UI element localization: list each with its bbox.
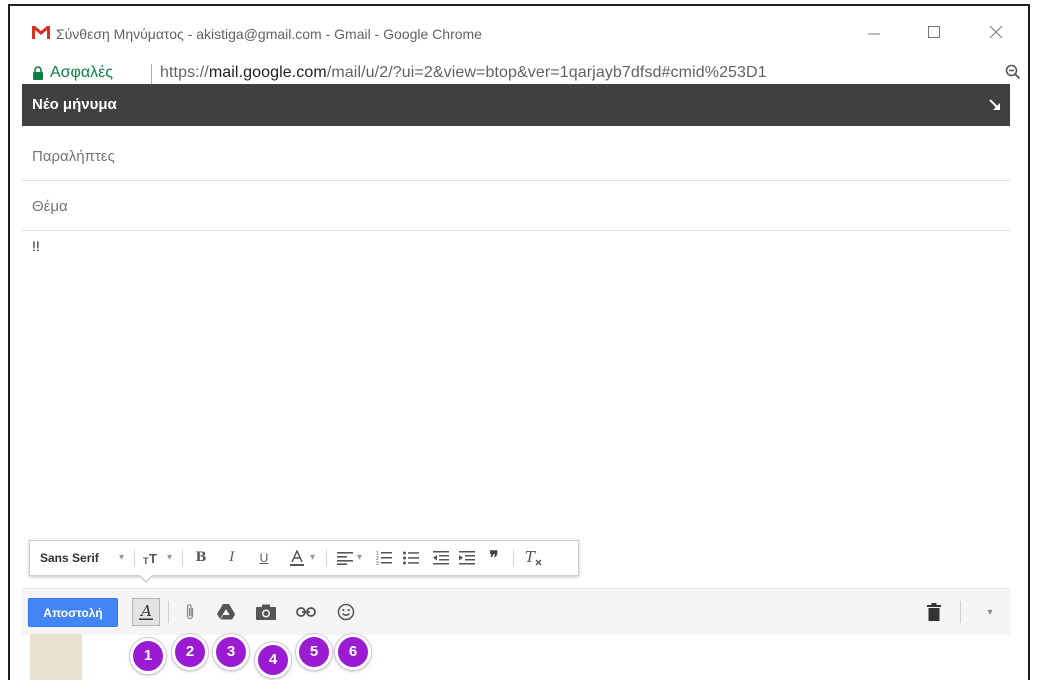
maximize-button[interactable] xyxy=(920,20,948,46)
url-text[interactable]: https://mail.google.com/mail/u/2/?ui=2&v… xyxy=(160,64,767,82)
numbered-list-icon: 1 2 3 xyxy=(376,551,392,567)
insert-link-button[interactable] xyxy=(292,598,320,626)
lock-icon xyxy=(33,66,43,80)
toolbar-divider xyxy=(513,549,514,567)
zoom-icon[interactable] xyxy=(1005,64,1021,80)
toolbar-divider xyxy=(326,549,327,567)
more-options-button[interactable]: ▾ xyxy=(976,598,1004,626)
numbered-list-button[interactable]: 1 2 3 xyxy=(375,541,393,575)
svg-text:T: T xyxy=(525,549,536,566)
emoji-icon xyxy=(337,603,355,621)
action-divider xyxy=(960,601,961,623)
text-color-icon xyxy=(290,549,304,566)
svg-text:T: T xyxy=(149,551,157,565)
marker-6: 6 xyxy=(335,634,371,670)
text-size-icon: T T xyxy=(143,551,157,566)
remove-formatting-icon: T xyxy=(525,548,542,566)
trash-icon xyxy=(927,603,941,621)
close-icon xyxy=(989,25,1003,39)
toolbar-divider xyxy=(134,549,135,567)
bulleted-list-button[interactable] xyxy=(402,541,420,575)
action-divider xyxy=(168,601,169,623)
url-path: /mail/u/2/?ui=2&view=btop&ver=1qarjayb7d… xyxy=(326,64,767,81)
toolbar-divider xyxy=(182,549,183,567)
recipients-placeholder: Παραλήπτες xyxy=(32,148,115,165)
background-strip xyxy=(30,634,82,680)
recipients-field[interactable]: Παραλήπτες xyxy=(22,132,1010,181)
align-caret-icon[interactable]: ▾ xyxy=(357,541,362,575)
google-drive-icon xyxy=(217,604,235,620)
marker-3: 3 xyxy=(213,634,249,670)
formatting-toolbar: Sans Serif ▾ T T ▾ B I U ▾ ▾ 1 2 3 ❞ T xyxy=(29,540,579,576)
quote-button[interactable]: ❞ xyxy=(485,541,503,575)
align-button[interactable] xyxy=(336,541,354,575)
compose-header: Νέο μήνυμα xyxy=(22,84,1010,126)
insert-photo-button[interactable] xyxy=(252,598,280,626)
svg-text:3: 3 xyxy=(376,561,379,566)
send-button[interactable]: Αποστολή xyxy=(28,598,118,627)
compose-title: Νέο μήνυμα xyxy=(32,96,117,113)
pop-in-icon[interactable] xyxy=(988,98,1002,112)
camera-icon xyxy=(256,604,276,620)
title-bar: Σύνθεση Μηνύματος - akistiga@gmail.com -… xyxy=(10,6,1028,56)
bulleted-list-icon xyxy=(403,551,419,565)
svg-text:A: A xyxy=(139,603,152,620)
toolbar-pointer-inner xyxy=(139,574,153,581)
indent-less-button[interactable] xyxy=(432,541,450,575)
paperclip-icon xyxy=(186,604,194,620)
font-size-button[interactable]: T T xyxy=(142,541,164,575)
secure-label: Ασφαλές xyxy=(50,64,114,81)
marker-2: 2 xyxy=(172,634,208,670)
marker-1: 1 xyxy=(130,638,166,674)
minimize-icon xyxy=(868,33,880,35)
minimize-button[interactable] xyxy=(860,20,888,46)
compose-action-bar: Αποστολή A ▾ xyxy=(22,588,1010,635)
url-host: mail.google.com xyxy=(208,64,327,81)
discard-draft-button[interactable] xyxy=(920,598,948,626)
italic-button[interactable]: I xyxy=(225,541,239,575)
subject-field[interactable]: Θέμα xyxy=(22,182,1010,231)
text-color-button[interactable] xyxy=(288,541,306,575)
indent-more-button[interactable] xyxy=(458,541,476,575)
message-body[interactable]: !! xyxy=(32,238,40,254)
remove-formatting-button[interactable]: T xyxy=(523,541,545,575)
formatting-options-button[interactable]: A xyxy=(132,598,160,626)
font-select[interactable]: Sans Serif xyxy=(40,541,99,575)
indent-less-icon xyxy=(433,551,449,565)
formatting-options-icon: A xyxy=(139,603,153,620)
maximize-icon xyxy=(928,26,940,38)
attach-files-button[interactable] xyxy=(176,598,204,626)
gmail-icon xyxy=(32,26,50,39)
font-caret-icon[interactable]: ▾ xyxy=(119,541,124,575)
size-caret-icon[interactable]: ▾ xyxy=(167,541,172,575)
subject-placeholder: Θέμα xyxy=(32,198,68,215)
close-button[interactable] xyxy=(982,20,1010,46)
marker-4: 4 xyxy=(255,642,291,678)
align-left-icon xyxy=(337,552,353,565)
color-caret-icon[interactable]: ▾ xyxy=(310,541,315,575)
bold-button[interactable]: B xyxy=(194,541,208,575)
marker-5: 5 xyxy=(296,634,332,670)
url-prefix: https:// xyxy=(160,64,209,81)
insert-emoji-button[interactable] xyxy=(332,598,360,626)
indent-more-icon xyxy=(459,551,475,565)
insert-from-drive-button[interactable] xyxy=(212,598,240,626)
address-separator xyxy=(151,64,152,84)
underline-button[interactable]: U xyxy=(257,541,271,575)
window-title: Σύνθεση Μηνύματος - akistiga@gmail.com -… xyxy=(56,26,482,42)
link-icon xyxy=(296,607,316,617)
